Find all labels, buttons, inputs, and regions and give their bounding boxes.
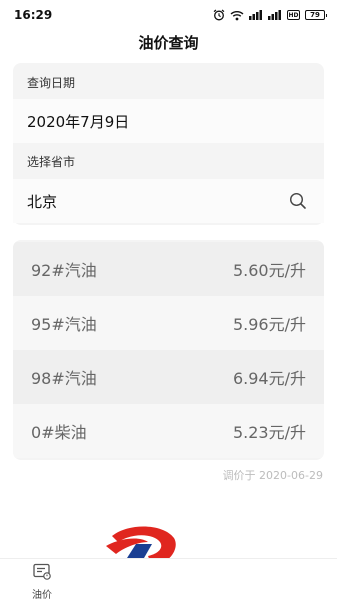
fuel-grade: 98#汽油 bbox=[31, 369, 97, 388]
bottom-nav: 油价 bbox=[0, 558, 337, 600]
fuel-grade: 95#汽油 bbox=[31, 315, 97, 334]
search-icon[interactable] bbox=[288, 191, 308, 211]
fuel-price: 5.23元/升 bbox=[232, 423, 306, 442]
fuel-price: 5.60元/升 bbox=[232, 261, 306, 280]
province-label: 选择省市 bbox=[27, 155, 76, 169]
price-row-95: 95#汽油 5.96元/升 bbox=[13, 296, 324, 350]
fuel-price: 5.96元/升 bbox=[232, 315, 306, 334]
status-time: 16:29 bbox=[14, 8, 53, 22]
province-field[interactable]: 北京 bbox=[13, 179, 324, 223]
date-field[interactable]: 2020年7月9日 bbox=[13, 99, 324, 143]
update-note: 调价于 2020-06-29 bbox=[222, 469, 323, 482]
fuel-grade: 0#柴油 bbox=[31, 423, 87, 442]
price-row-diesel: 0#柴油 5.23元/升 bbox=[13, 404, 324, 458]
hd-icon: HD bbox=[287, 10, 300, 20]
query-card: 查询日期 2020年7月9日 选择省市 北京 bbox=[13, 63, 324, 225]
date-value: 2020年7月9日 bbox=[27, 112, 130, 131]
battery-icon: 79 bbox=[305, 10, 327, 20]
fuel-price: 6.94元/升 bbox=[232, 369, 306, 388]
price-row-98: 98#汽油 6.94元/升 bbox=[13, 350, 324, 404]
wifi-icon bbox=[230, 10, 244, 21]
status-bar: 16:29 HD 79 bbox=[0, 0, 337, 30]
signal-icon bbox=[249, 10, 263, 20]
page-title: 油价查询 bbox=[138, 34, 199, 52]
signal-icon bbox=[268, 10, 282, 20]
status-icons: HD 79 bbox=[213, 9, 327, 21]
nav-label-oil-price: 油价 bbox=[32, 590, 52, 600]
oil-price-icon bbox=[32, 563, 52, 585]
date-label: 查询日期 bbox=[27, 76, 76, 90]
alarm-icon bbox=[213, 9, 225, 21]
fuel-grade: 92#汽油 bbox=[31, 261, 97, 280]
price-list: 92#汽油 5.60元/升 95#汽油 5.96元/升 98#汽油 6.94元/… bbox=[13, 240, 324, 460]
nav-item-oil-price[interactable]: 油价 bbox=[22, 563, 62, 600]
price-row-92: 92#汽油 5.60元/升 bbox=[13, 242, 324, 296]
province-value: 北京 bbox=[27, 192, 58, 211]
